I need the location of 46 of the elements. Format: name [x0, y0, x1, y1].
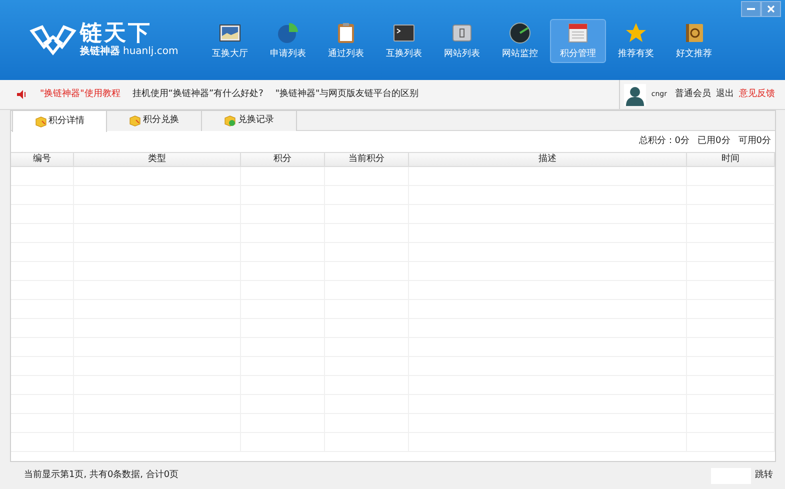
pagination-info: 当前显示第1页, 共有0条数据, 合计0页 [24, 468, 180, 482]
points-summary: 总积分：0分 [638, 134, 690, 148]
pie-chart-icon [276, 20, 300, 45]
tab[interactable]: 积分详情 [12, 111, 107, 132]
nav-item[interactable]: 网站监控 [492, 19, 548, 63]
column-header: 编号 [11, 153, 74, 166]
logo-subtitle: 换链神器 [80, 47, 120, 57]
speaker-icon [17, 90, 27, 99]
nav-item[interactable]: 推荐有奖 [608, 19, 664, 63]
logo-domain: huanlj.com [123, 47, 178, 57]
calendar-icon [566, 20, 590, 45]
nav-item[interactable]: 互换列表 [376, 19, 432, 63]
column-header: 当前积分 [325, 153, 409, 166]
jump-button[interactable]: 跳转 [755, 468, 773, 482]
notice-link[interactable]: 挂机使用“换链神器”有什么好处? [132, 88, 264, 102]
tab[interactable]: 积分兑换 [107, 111, 202, 131]
package-check-icon [224, 115, 236, 127]
notice-link[interactable]: "换链神器"与网页版友链平台的区别 [275, 88, 419, 102]
avatar-icon [624, 84, 646, 106]
column-header: 描述 [409, 153, 687, 166]
chain-logo-icon [29, 23, 77, 57]
nav-item[interactable]: 申请列表 [260, 19, 316, 63]
radar-icon [508, 20, 532, 45]
member-level: 普通会员 [675, 88, 711, 101]
nav-item[interactable]: 好文推荐 [666, 19, 722, 63]
close-icon [767, 5, 775, 13]
points-summary: 可用0分 [738, 134, 771, 148]
tab[interactable]: 兑换记录 [202, 111, 297, 131]
feedback-link[interactable]: 意见反馈 [739, 88, 775, 102]
logout-link[interactable]: 退出 [716, 88, 734, 102]
nav-item[interactable]: 积分管理 [550, 19, 606, 63]
minimize-button[interactable] [741, 1, 761, 17]
logo-title: 链天下 [80, 23, 153, 45]
column-header: 时间 [687, 153, 775, 166]
package-icon [129, 115, 141, 127]
nav-item[interactable]: 互换大厅 [202, 19, 258, 63]
package-icon [34, 116, 46, 128]
points-summary: 已用0分 [698, 134, 730, 148]
nav-item[interactable]: 通过列表 [318, 19, 374, 63]
star-icon [624, 20, 648, 45]
close-button[interactable] [761, 1, 781, 17]
minimize-icon [747, 8, 755, 10]
notice-link[interactable]: "换链神器"使用教程 [40, 88, 120, 102]
nav-item[interactable]: 网站列表 [434, 19, 490, 63]
column-header: 类型 [74, 153, 241, 166]
column-header: 积分 [241, 153, 325, 166]
